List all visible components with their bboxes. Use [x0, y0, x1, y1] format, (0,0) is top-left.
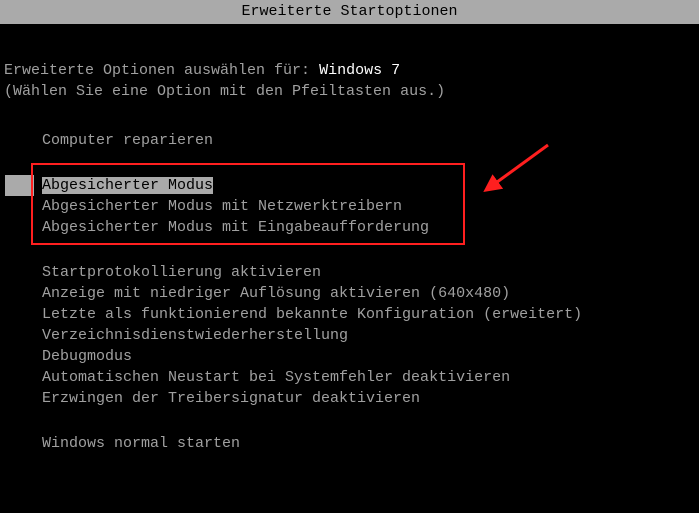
menu-item-label: Verzeichnisdienstwiederherstellung: [42, 327, 348, 344]
menu-item-label: Abgesicherter Modus mit Eingabeaufforder…: [42, 219, 429, 236]
menu-item-label: Anzeige mit niedriger Auflösung aktivier…: [42, 285, 510, 302]
menu-item-label: Startprotokollierung aktivieren: [42, 264, 321, 281]
menu-item-disable-driver-sig[interactable]: Erzwingen der Treibersignatur deaktivier…: [0, 388, 699, 409]
menu-group-safemode: Abgesicherter Modus Abgesicherter Modus …: [0, 175, 699, 238]
menu-item-label: Abgesicherter Modus mit Netzwerktreibern: [42, 198, 402, 215]
menu-item-label: Letzte als funktionierend bekannte Konfi…: [42, 306, 582, 323]
title-bar: Erweiterte Startoptionen: [0, 0, 699, 24]
menu-item-label: Automatischen Neustart bei Systemfehler …: [42, 369, 510, 386]
prompt-line: Erweiterte Optionen auswählen für: Windo…: [0, 24, 699, 79]
menu-item-safe-mode-networking[interactable]: Abgesicherter Modus mit Netzwerktreibern: [0, 196, 699, 217]
menu-item-boot-logging[interactable]: Startprotokollierung aktivieren: [0, 262, 699, 283]
menu-item-low-res[interactable]: Anzeige mit niedriger Auflösung aktivier…: [0, 283, 699, 304]
menu-group-normal: Windows normal starten: [0, 433, 699, 454]
menu-item-label: Computer reparieren: [42, 132, 213, 149]
boot-menu-content: Erweiterte Optionen auswählen für: Windo…: [0, 24, 699, 454]
os-name: Windows 7: [319, 62, 400, 79]
menu-item-disable-auto-restart[interactable]: Automatischen Neustart bei Systemfehler …: [0, 367, 699, 388]
hint-line: (Wählen Sie eine Option mit den Pfeiltas…: [0, 79, 699, 100]
menu-item-label: Abgesicherter Modus: [42, 177, 213, 194]
menu-group-advanced: Startprotokollierung aktivieren Anzeige …: [0, 262, 699, 409]
menu-item-label: Erzwingen der Treibersignatur deaktivier…: [42, 390, 420, 407]
menu-group-repair: Computer reparieren: [0, 130, 699, 151]
page-title: Erweiterte Startoptionen: [241, 3, 457, 20]
prompt-prefix: Erweiterte Optionen auswählen für:: [4, 62, 319, 79]
menu-item-start-normally[interactable]: Windows normal starten: [0, 433, 699, 454]
menu-item-safe-mode[interactable]: Abgesicherter Modus: [0, 175, 699, 196]
menu-item-label: Debugmodus: [42, 348, 132, 365]
menu-item-last-known-good[interactable]: Letzte als funktionierend bekannte Konfi…: [0, 304, 699, 325]
menu-item-label: Windows normal starten: [42, 435, 240, 452]
menu-item-debug[interactable]: Debugmodus: [0, 346, 699, 367]
menu-item-repair[interactable]: Computer reparieren: [0, 130, 699, 151]
menu-item-safe-mode-cmd[interactable]: Abgesicherter Modus mit Eingabeaufforder…: [0, 217, 699, 238]
menu-item-ds-restore[interactable]: Verzeichnisdienstwiederherstellung: [0, 325, 699, 346]
